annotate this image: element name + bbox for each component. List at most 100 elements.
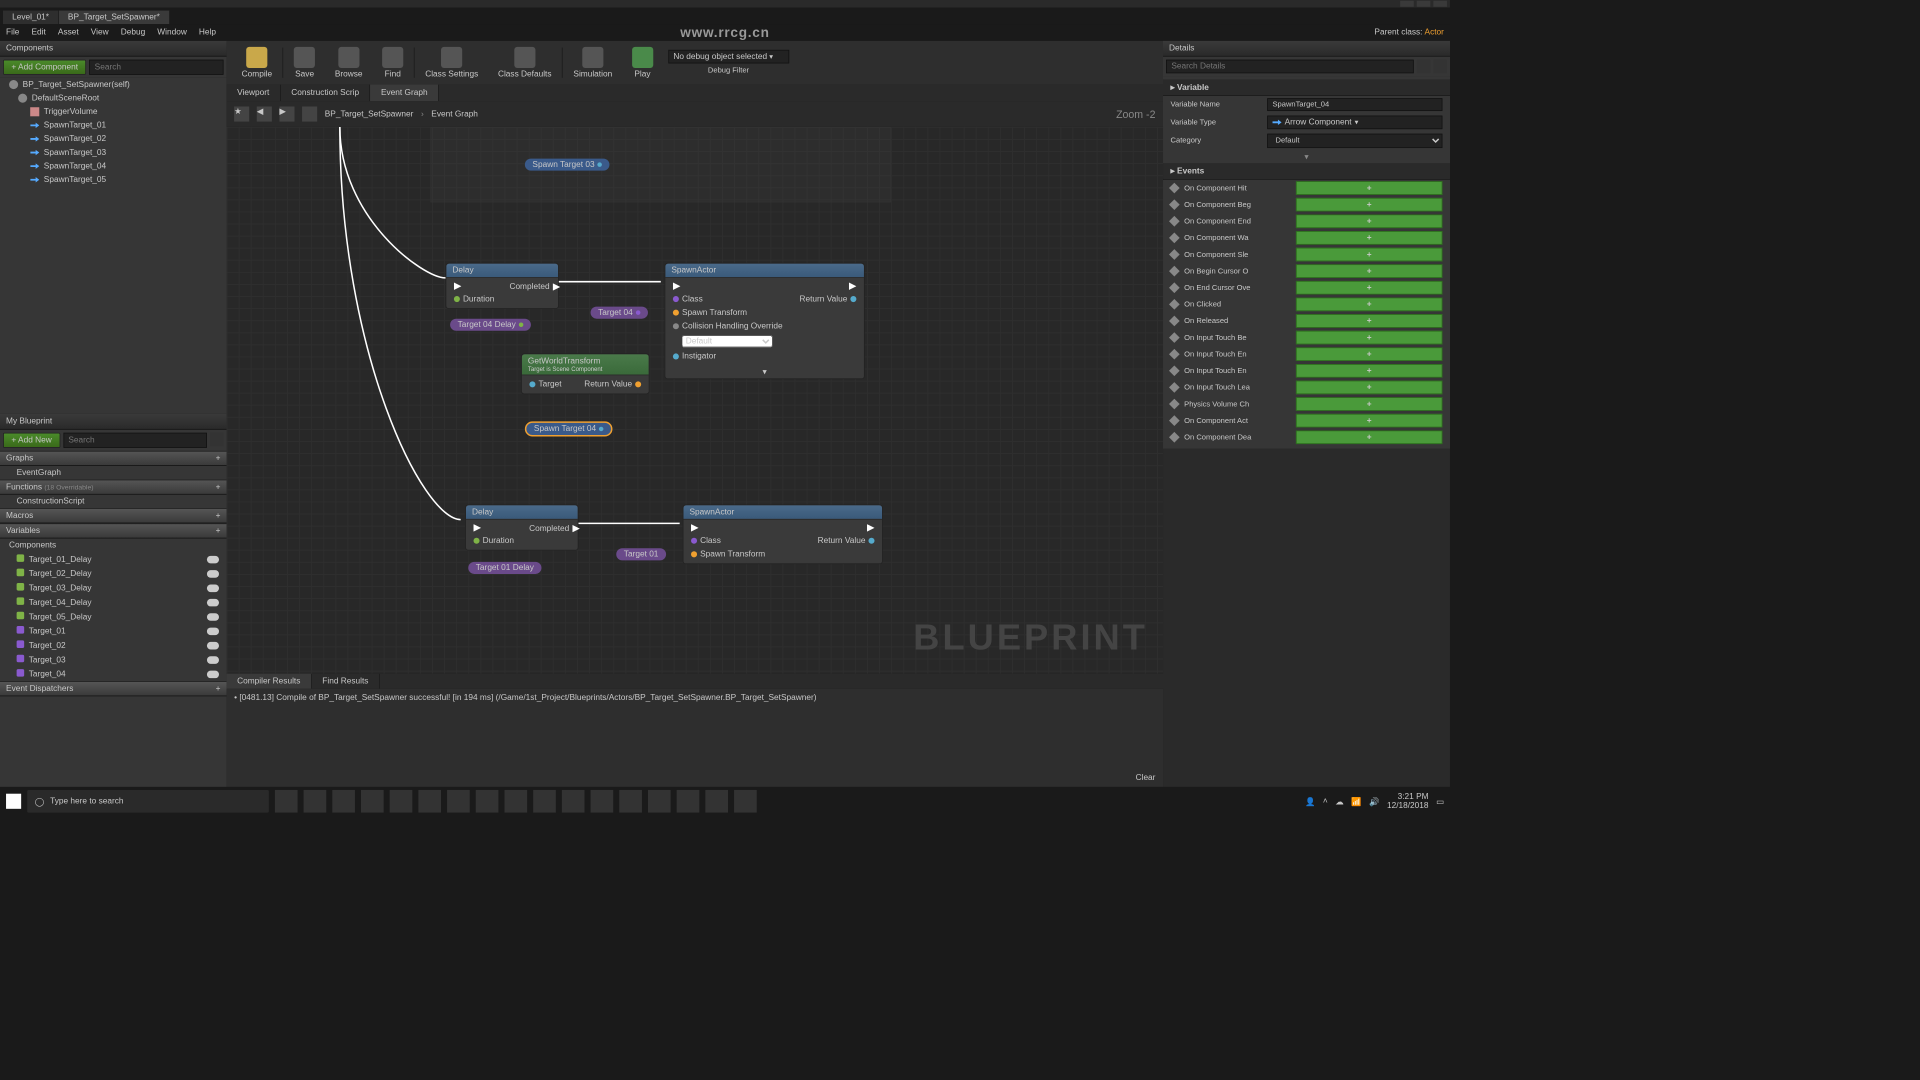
node-get-world-transform[interactable]: GetWorldTransformTarget is Scene Compone…	[521, 353, 649, 394]
graph-canvas[interactable]: Spawn Target 03 Delay Duration Completed…	[227, 127, 1163, 674]
photoshop-icon[interactable]	[476, 790, 499, 813]
taskbar-search[interactable]: ◯Type here to search	[27, 790, 269, 813]
node-spawn-actor-2[interactable]: SpawnActor Class Spawn Transform Return …	[683, 504, 883, 564]
section-events[interactable]: ▸ Events	[1163, 163, 1450, 180]
component-spawn-target-02[interactable]: SpawnTarget_02	[0, 132, 227, 146]
var-target-04-pill[interactable]: Target 04	[591, 307, 648, 319]
save-button[interactable]: Save	[285, 44, 324, 82]
section-variables[interactable]: Variables+	[0, 523, 227, 538]
forward-button[interactable]: ▶	[279, 106, 294, 121]
add-event-button[interactable]: +	[1296, 298, 1443, 312]
var-spawn-target-04-pill[interactable]: Spawn Target 04	[525, 421, 613, 436]
component-spawn-target-01[interactable]: SpawnTarget_01	[0, 119, 227, 133]
clear-button[interactable]: Clear	[1136, 773, 1156, 782]
breadcrumb-bp[interactable]: BP_Target_SetSpawner	[325, 110, 414, 119]
var-target-04-delay[interactable]: Target_04_Delay	[0, 595, 227, 609]
var-target-02[interactable]: Target_02	[0, 638, 227, 652]
expand-arrow-icon[interactable]: ▾	[1163, 150, 1450, 163]
epic-icon[interactable]	[562, 790, 585, 813]
item-event-graph[interactable]: EventGraph	[0, 466, 227, 480]
tray-up-icon[interactable]: ˄	[1323, 797, 1328, 806]
eye-icon[interactable]	[207, 656, 219, 664]
component-spawn-target-04[interactable]: SpawnTarget_04	[0, 159, 227, 173]
browse-button[interactable]: Browse	[326, 44, 372, 82]
eye-view-icon[interactable]	[1433, 60, 1447, 74]
add-event-button[interactable]: +	[1296, 364, 1443, 378]
class-settings-button[interactable]: Class Settings	[416, 44, 487, 82]
var-target-03-delay[interactable]: Target_03_Delay	[0, 581, 227, 595]
illustrator-icon[interactable]	[418, 790, 441, 813]
menu-help[interactable]: Help	[199, 28, 216, 37]
eye-icon[interactable]	[207, 555, 219, 563]
tab-find-results[interactable]: Find Results	[312, 674, 380, 689]
node-delay[interactable]: Delay Duration Completed	[446, 263, 559, 309]
add-event-button[interactable]: +	[1296, 414, 1443, 428]
section-functions[interactable]: Functions (18 Overridable)+	[0, 480, 227, 495]
app-icon[interactable]	[591, 790, 614, 813]
app-icon[interactable]	[390, 790, 413, 813]
app-icon[interactable]	[619, 790, 642, 813]
menu-file[interactable]: File	[6, 28, 19, 37]
add-variable-icon[interactable]: +	[216, 526, 221, 535]
add-new-button[interactable]: + Add New	[3, 433, 60, 448]
back-button[interactable]: ◀	[257, 106, 272, 121]
section-macros[interactable]: Macros+	[0, 508, 227, 523]
var-spawn-target-03-pill[interactable]: Spawn Target 03	[525, 159, 610, 171]
menu-edit[interactable]: Edit	[32, 28, 46, 37]
epic-launcher-icon[interactable]	[705, 790, 728, 813]
eye-icon[interactable]	[207, 670, 219, 678]
var-target-01[interactable]: Target_01	[0, 624, 227, 638]
tab-construction-script[interactable]: Construction Scrip	[281, 85, 371, 102]
menu-asset[interactable]: Asset	[58, 28, 79, 37]
component-spawn-target-05[interactable]: SpawnTarget_05	[0, 173, 227, 187]
my-blueprint-search[interactable]	[63, 433, 207, 448]
add-event-button[interactable]: +	[1296, 314, 1443, 328]
clock-date[interactable]: 12/18/2018	[1387, 801, 1429, 810]
category-selector[interactable]: Default	[1267, 134, 1442, 148]
add-event-button[interactable]: +	[1296, 214, 1443, 228]
menu-view[interactable]: View	[91, 28, 109, 37]
components-search[interactable]	[89, 60, 223, 75]
section-graphs[interactable]: Graphs+	[0, 451, 227, 466]
comment-box[interactable]	[430, 127, 891, 203]
var-target-05-delay[interactable]: Target_05_Delay	[0, 609, 227, 623]
expand-icon[interactable]: ▾	[665, 366, 864, 379]
edge-icon[interactable]	[304, 790, 327, 813]
add-component-button[interactable]: + Add Component	[3, 60, 86, 75]
menu-window[interactable]: Window	[157, 28, 187, 37]
subsection-components[interactable]: Components	[0, 538, 227, 552]
unreal-icon[interactable]	[734, 790, 757, 813]
add-event-button[interactable]: +	[1296, 430, 1443, 444]
eye-icon[interactable]	[207, 613, 219, 621]
component-default-scene-root[interactable]: DefaultSceneRoot	[0, 91, 227, 105]
add-macro-icon[interactable]: +	[216, 511, 221, 520]
var-target-01-pill[interactable]: Target 01	[616, 548, 666, 560]
notification-icon[interactable]: ▭	[1436, 796, 1444, 806]
section-dispatchers[interactable]: Event Dispatchers+	[0, 681, 227, 696]
aftereffects-icon[interactable]	[504, 790, 527, 813]
var-target-01-delay[interactable]: Target_01_Delay	[0, 552, 227, 566]
add-event-button[interactable]: +	[1296, 331, 1443, 345]
app-icon[interactable]	[533, 790, 556, 813]
tray-people-icon[interactable]: 👤	[1305, 796, 1315, 806]
parent-class-link[interactable]: Actor	[1425, 28, 1444, 37]
grid-view-icon[interactable]	[1417, 60, 1431, 74]
breadcrumb-graph[interactable]: Event Graph	[431, 110, 478, 119]
item-construction-script[interactable]: ConstructionScript	[0, 495, 227, 509]
view-options-icon[interactable]	[210, 433, 224, 447]
simulation-button[interactable]: Simulation	[564, 44, 621, 82]
grid-icon[interactable]	[302, 106, 317, 121]
component-trigger-volume[interactable]: TriggerVolume	[0, 105, 227, 119]
compile-button[interactable]: Compile	[233, 44, 282, 82]
add-event-button[interactable]: +	[1296, 397, 1443, 411]
tab-viewport[interactable]: Viewport	[227, 85, 281, 102]
variable-type-selector[interactable]: Arrow Component ▾	[1267, 116, 1442, 130]
eye-icon[interactable]	[207, 598, 219, 606]
add-event-button[interactable]: +	[1296, 181, 1443, 195]
clock-time[interactable]: 3:21 PM	[1387, 792, 1429, 801]
app-icon[interactable]	[648, 790, 671, 813]
add-event-button[interactable]: +	[1296, 281, 1443, 295]
play-button[interactable]: Play	[623, 44, 662, 82]
var-target-03[interactable]: Target_03	[0, 652, 227, 666]
details-search[interactable]	[1166, 60, 1414, 74]
